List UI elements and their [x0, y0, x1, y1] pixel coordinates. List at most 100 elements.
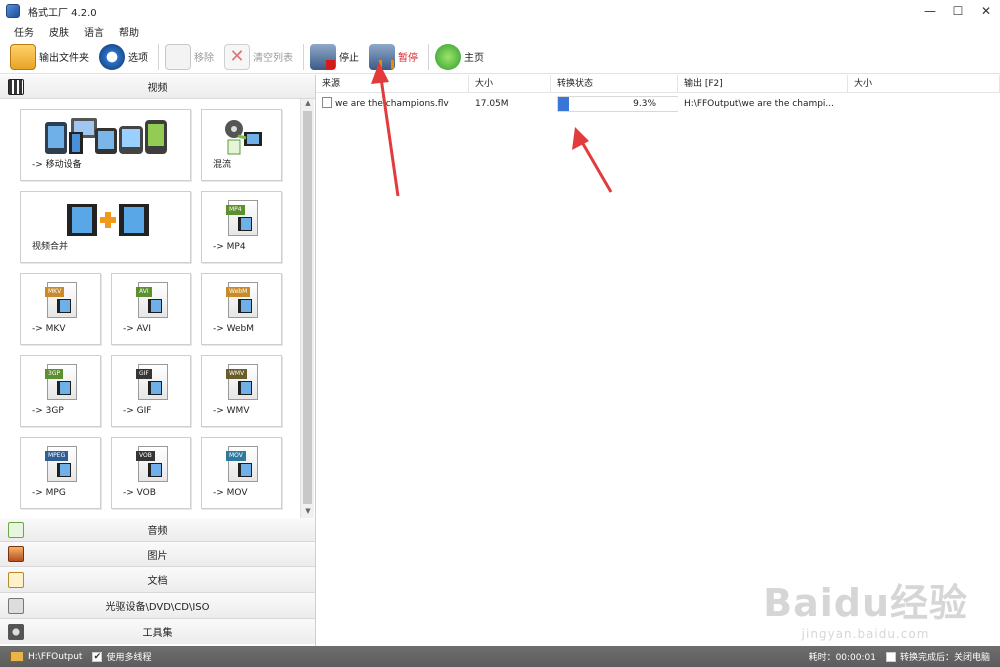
- tile-mux[interactable]: 混流: [201, 109, 282, 181]
- window-controls: — ☐ ✕: [916, 0, 1000, 22]
- home-button[interactable]: 主页: [435, 43, 484, 71]
- menu-language[interactable]: 语言: [84, 24, 104, 39]
- tile-label: 混流: [213, 160, 232, 170]
- tile-label: -> VOB: [123, 488, 156, 498]
- category-picture[interactable]: 图片: [0, 542, 315, 567]
- vob-file-icon: VOB: [136, 446, 168, 482]
- format-tag: MKV: [45, 287, 65, 297]
- wmv-file-icon: WMV: [226, 364, 258, 400]
- tile-webm[interactable]: WebM -> WebM: [201, 273, 282, 345]
- format-tag: WebM: [226, 287, 251, 297]
- stop-button[interactable]: 停止: [310, 43, 359, 71]
- table-row[interactable]: we are the champions.flv 17.05M 9.3% H:\…: [316, 95, 1000, 113]
- multithread-checkbox[interactable]: ✔: [92, 651, 103, 662]
- tile-3gp[interactable]: 3GP -> 3GP: [20, 355, 101, 427]
- source-filename: we are the champions.flv: [335, 99, 449, 109]
- watermark: Baidu经验 jingyan.baidu.com: [763, 572, 968, 641]
- tile-mp4[interactable]: MP4 -> MP4: [201, 191, 282, 263]
- tile-avi[interactable]: AVI -> AVI: [111, 273, 191, 345]
- tile-vob[interactable]: VOB -> VOB: [111, 437, 191, 509]
- category-label: 工具集: [142, 628, 173, 639]
- tile-gif[interactable]: GIF -> GIF: [111, 355, 191, 427]
- cell-output: H:\FFOutput\we are the champi...: [684, 99, 835, 109]
- mp4-file-icon: MP4: [226, 200, 258, 236]
- column-header-size[interactable]: 大小: [469, 75, 551, 92]
- category-document[interactable]: 文档: [0, 567, 315, 593]
- menu-help[interactable]: 帮助: [119, 24, 139, 39]
- title-bar: 格式工厂 4.2.0 — ☐ ✕: [0, 0, 1000, 22]
- after-done-checkbox[interactable]: [885, 651, 896, 662]
- options-label: 选项: [128, 53, 148, 64]
- watermark-url: jingyan.baidu.com: [801, 627, 930, 641]
- category-video[interactable]: 视频: [0, 75, 315, 99]
- menu-skin[interactable]: 皮肤: [49, 24, 69, 39]
- format-tag: AVI: [136, 287, 152, 297]
- tile-wmv[interactable]: WMV -> WMV: [201, 355, 282, 427]
- sidebar-scrollbar[interactable]: ▲ ▼: [300, 99, 314, 518]
- remove-label: 移除: [194, 53, 214, 64]
- category-audio[interactable]: 音频: [0, 518, 315, 542]
- after-done-label: 转换完成后：关闭电脑: [899, 653, 990, 663]
- output-path[interactable]: H:\FFOutput: [28, 652, 82, 662]
- clear-list-button[interactable]: ✕ 清空列表: [224, 43, 293, 71]
- category-label: 文档: [147, 576, 168, 587]
- scrollbar-thumb[interactable]: [303, 111, 312, 504]
- mux-icon: [225, 120, 262, 155]
- category-disc[interactable]: 光驱设备\DVD\CD\ISO: [0, 593, 315, 619]
- video-join-icon: [67, 204, 149, 236]
- video-tools-grid: -> 移动设备 混流 视频合并 MP4 -> MP4 MKV -> MKV AV…: [0, 99, 316, 518]
- scroll-down-icon[interactable]: ▼: [301, 507, 315, 518]
- tile-mpg[interactable]: MPEG -> MPG: [20, 437, 101, 509]
- column-header-source[interactable]: 来源: [316, 75, 469, 92]
- tile-mobile-device[interactable]: -> 移动设备: [20, 109, 191, 181]
- output-folder-label: 输出文件夹: [39, 53, 89, 64]
- film-icon: [8, 78, 24, 95]
- menu-task[interactable]: 任务: [14, 24, 34, 39]
- clear-x-icon: ✕: [224, 43, 250, 70]
- status-right: 耗时：00:00:01 转换完成后：关闭电脑: [809, 650, 990, 663]
- output-folder-button[interactable]: 输出文件夹: [10, 43, 89, 71]
- format-tag: 3GP: [45, 369, 64, 379]
- gif-file-icon: GIF: [136, 364, 168, 400]
- menu-bar: 任务 皮肤 语言 帮助: [0, 22, 1000, 40]
- folder-icon: [10, 43, 36, 70]
- sidebar: 视频 -> 移动设备 混流 视频合并 MP4 -> MP4 MKV -> MKV…: [0, 75, 316, 646]
- toolbar: 输出文件夹 选项 移除 ✕ 清空列表 停止 暂停 主页: [0, 40, 1000, 74]
- task-list: 来源 大小 转换状态 输出 [F2] 大小 we are the champio…: [316, 75, 1000, 646]
- maximize-button[interactable]: ☐: [944, 0, 972, 22]
- scroll-up-icon[interactable]: ▲: [301, 99, 315, 110]
- tile-video-join[interactable]: 视频合并: [20, 191, 191, 263]
- column-header-output[interactable]: 输出 [F2]: [678, 75, 848, 92]
- task-list-header: 来源 大小 转换状态 输出 [F2] 大小: [316, 75, 1000, 93]
- toolbar-divider: [303, 43, 304, 70]
- tile-label: -> MPG: [32, 488, 66, 498]
- tile-mkv[interactable]: MKV -> MKV: [20, 273, 101, 345]
- column-header-output-size[interactable]: 大小: [848, 75, 1000, 92]
- app-icon: [6, 4, 20, 18]
- category-label: 图片: [147, 550, 168, 562]
- multithread-label: 使用多线程: [106, 653, 152, 663]
- tile-mov[interactable]: MOV -> MOV: [201, 437, 282, 509]
- column-header-status[interactable]: 转换状态: [551, 75, 678, 92]
- toolbar-divider: [428, 43, 429, 70]
- tile-label: -> GIF: [123, 406, 152, 416]
- document-icon: [8, 571, 24, 588]
- conversion-progress-bar: 9.3%: [557, 96, 678, 112]
- mobile-devices-icon: [45, 118, 167, 154]
- progress-percent: 9.3%: [633, 99, 656, 109]
- toolbar-divider: [158, 43, 159, 70]
- close-button[interactable]: ✕: [972, 0, 1000, 22]
- window-title: 格式工厂 4.2.0: [28, 7, 97, 19]
- minimize-button[interactable]: —: [916, 0, 944, 22]
- options-button[interactable]: 选项: [99, 43, 148, 71]
- pause-icon: [369, 43, 395, 70]
- folder-icon[interactable]: [10, 651, 24, 662]
- music-note-icon: [8, 521, 24, 538]
- remove-button[interactable]: 移除: [165, 43, 214, 71]
- format-tag: VOB: [136, 451, 155, 461]
- webm-file-icon: WebM: [226, 282, 258, 318]
- pause-button[interactable]: 暂停: [369, 43, 418, 71]
- category-tools[interactable]: 工具集: [0, 619, 315, 644]
- file-icon: [322, 97, 332, 108]
- mov-file-icon: MOV: [226, 446, 258, 482]
